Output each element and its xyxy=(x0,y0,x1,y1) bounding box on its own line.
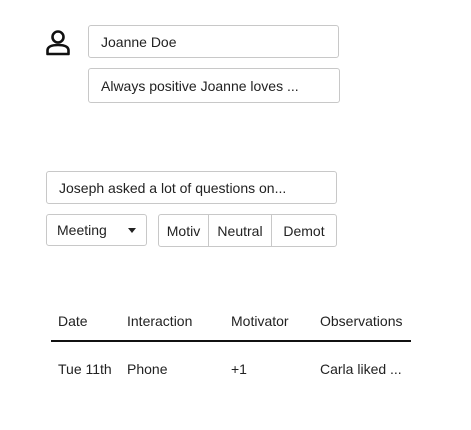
description-field-value: Always positive Joanne loves ... xyxy=(101,77,299,94)
neutral-button-label: Neutral xyxy=(217,222,263,239)
motivation-toggle-group: Motiv Neutral Demot xyxy=(158,214,337,247)
motiv-button-label: Motiv xyxy=(166,222,201,239)
name-field-value: Joanne Doe xyxy=(101,33,177,50)
cell-date: Tue 11th xyxy=(58,361,112,377)
interaction-note-field[interactable]: Joseph asked a lot of questions on... xyxy=(46,171,337,204)
demot-button[interactable]: Demot xyxy=(271,215,336,246)
interaction-note-value: Joseph asked a lot of questions on... xyxy=(59,179,287,196)
interaction-type-select[interactable]: Meeting xyxy=(46,214,147,246)
demot-button-label: Demot xyxy=(283,222,325,239)
column-header-date: Date xyxy=(58,313,88,329)
table-row[interactable]: Tue 11th Phone +1 Carla liked ... xyxy=(51,359,411,389)
cell-observations: Carla liked ... xyxy=(320,361,402,377)
column-header-motivator: Motivator xyxy=(231,313,289,329)
interactions-table: Date Interaction Motivator Observations … xyxy=(51,310,411,430)
person-icon xyxy=(44,28,72,56)
cell-interaction: Phone xyxy=(127,361,168,377)
cell-motivator: +1 xyxy=(231,361,247,377)
interaction-type-value: Meeting xyxy=(57,222,107,238)
column-header-interaction: Interaction xyxy=(127,313,193,329)
neutral-button[interactable]: Neutral xyxy=(208,215,271,246)
name-field[interactable]: Joanne Doe xyxy=(88,25,339,58)
motiv-button[interactable]: Motiv xyxy=(159,215,208,246)
chevron-down-icon xyxy=(128,228,136,233)
description-field[interactable]: Always positive Joanne loves ... xyxy=(88,68,340,103)
column-header-observations: Observations xyxy=(320,313,403,329)
header-divider xyxy=(51,340,411,342)
